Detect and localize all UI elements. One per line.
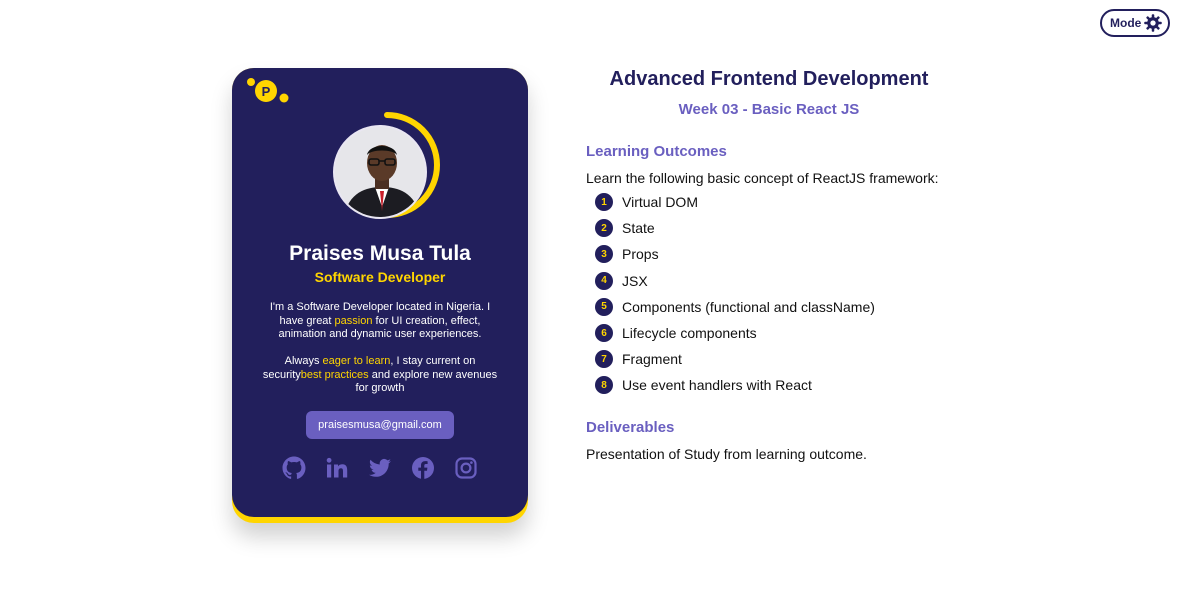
profile-name: Praises Musa Tula bbox=[289, 242, 471, 265]
profile-card-body: P Praises Musa Tula Software Developer I… bbox=[232, 68, 528, 517]
outcome-number: 6 bbox=[595, 324, 613, 343]
outcome-number: 2 bbox=[595, 219, 613, 238]
logo-letter: P bbox=[262, 84, 271, 99]
social-links bbox=[282, 456, 478, 480]
bio-highlight: eager to learn bbox=[322, 355, 391, 367]
outcome-list: 1 Virtual DOM 2 State 3 Props 4 JSX 5 Compone… bbox=[595, 189, 875, 399]
facebook-icon[interactable] bbox=[411, 456, 435, 480]
instagram-icon[interactable] bbox=[454, 456, 478, 480]
list-item: 5 Components (functional and className) bbox=[595, 294, 875, 320]
outcome-text: JSX bbox=[622, 272, 648, 289]
outcome-text: Use event handlers with React bbox=[622, 377, 812, 394]
linkedin-icon[interactable] bbox=[325, 456, 349, 480]
list-item: 6 Lifecycle components bbox=[595, 320, 875, 346]
outcome-text: Fragment bbox=[622, 351, 682, 368]
learning-outcomes-heading: Learning Outcomes bbox=[586, 143, 727, 160]
avatar-portrait bbox=[335, 127, 425, 217]
avatar bbox=[333, 125, 427, 219]
list-item: 2 State bbox=[595, 215, 875, 241]
mode-toggle-button[interactable]: Mode bbox=[1100, 9, 1170, 37]
outcome-number: 5 bbox=[595, 297, 613, 316]
bio-highlight: best practices bbox=[300, 368, 369, 381]
bio-text: and explore new avenues for growth bbox=[355, 368, 498, 395]
mode-label: Mode bbox=[1110, 16, 1142, 30]
list-item: 8 Use event handlers with React bbox=[595, 372, 875, 398]
profile-role: Software Developer bbox=[314, 269, 446, 285]
outcome-text: Lifecycle components bbox=[622, 325, 757, 342]
outcome-text: Components (functional and className) bbox=[622, 298, 875, 315]
list-item: 1 Virtual DOM bbox=[595, 189, 875, 215]
list-item: 4 JSX bbox=[595, 268, 875, 294]
deliverables-text: Presentation of Study from learning outc… bbox=[586, 446, 867, 462]
outcome-text: Virtual DOM bbox=[622, 194, 698, 211]
week-subtitle: Week 03 - Basic React JS bbox=[678, 101, 860, 118]
list-item: 3 Props bbox=[595, 241, 875, 267]
bio-highlight: passion bbox=[334, 314, 373, 327]
outcome-number: 7 bbox=[595, 350, 613, 369]
bio-text: Always bbox=[284, 355, 323, 367]
outcome-text: Props bbox=[622, 246, 659, 263]
outcome-number: 8 bbox=[595, 376, 613, 395]
profile-bio-paragraph: I'm a Software Developer located in Nige… bbox=[262, 301, 498, 342]
learning-intro: Learn the following basic concept of Rea… bbox=[586, 170, 939, 186]
outcome-number: 4 bbox=[595, 271, 613, 290]
logo-icon: P bbox=[247, 78, 289, 103]
email-button[interactable]: praisesmusa@gmail.com bbox=[306, 411, 454, 439]
outcome-text: State bbox=[622, 220, 655, 237]
outcome-number: 1 bbox=[595, 193, 613, 212]
deliverables-heading: Deliverables bbox=[586, 419, 675, 436]
course-title: Advanced Frontend Development bbox=[609, 68, 929, 90]
list-item: 7 Fragment bbox=[595, 346, 875, 372]
outcome-number: 3 bbox=[595, 245, 613, 264]
gear-icon bbox=[1144, 14, 1162, 32]
twitter-icon[interactable] bbox=[368, 456, 392, 480]
profile-bio-paragraph: Always eager to learn, I stay current on… bbox=[262, 355, 498, 396]
github-icon[interactable] bbox=[282, 456, 306, 480]
profile-card: P Praises Musa Tula Software Developer I… bbox=[232, 68, 528, 523]
